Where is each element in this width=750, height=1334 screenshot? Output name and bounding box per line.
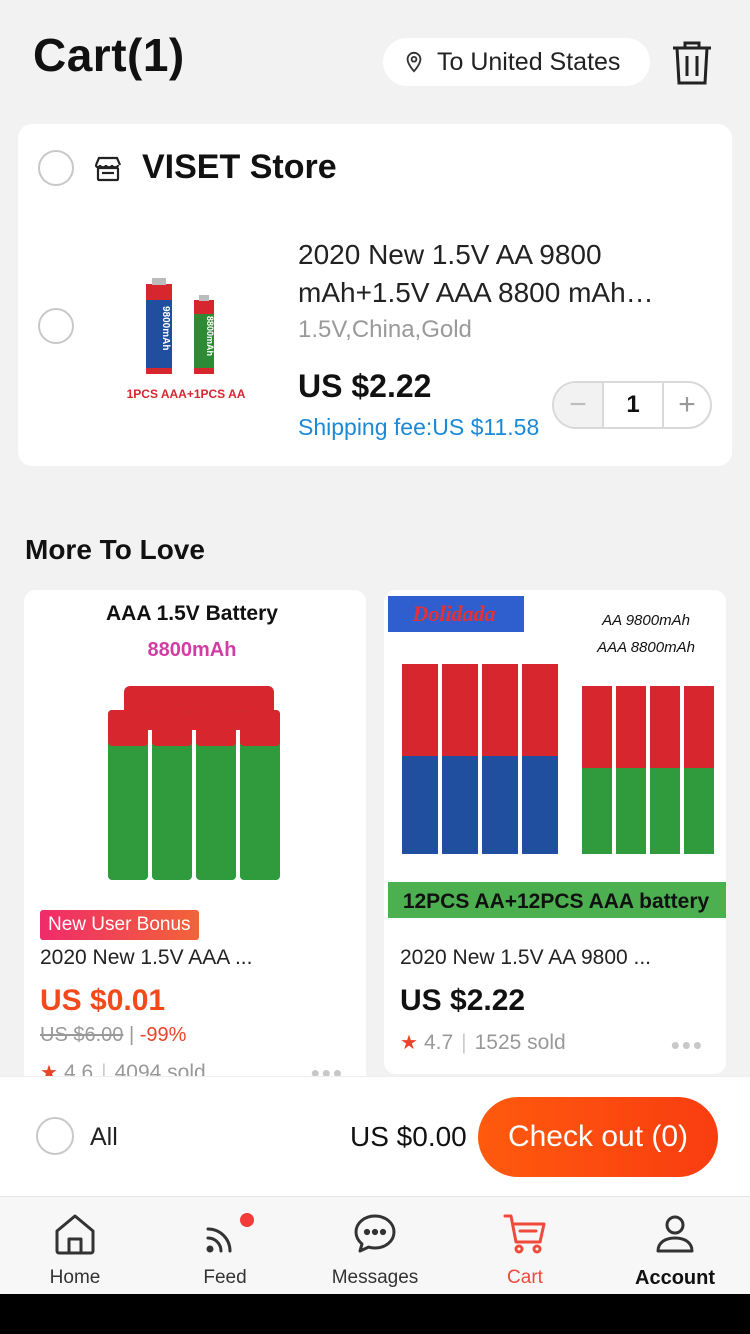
tab-messages[interactable]: Messages	[300, 1197, 450, 1295]
aaa-battery-label: 8800mAh	[205, 316, 215, 356]
notification-dot	[240, 1213, 254, 1227]
original-price: US $6.00	[40, 1024, 124, 1046]
shipping-fee: Shipping fee:US $11.58	[298, 414, 540, 440]
rec-price: US $2.22	[400, 984, 526, 1017]
tab-cart[interactable]: Cart	[450, 1197, 600, 1295]
quantity-value[interactable]: 1	[602, 383, 664, 427]
product-title[interactable]: 2020 New 1.5V AA 9800 mAh+1.5V AAA 8800 …	[298, 236, 718, 312]
new-user-bonus-badge: New User Bonus	[40, 910, 199, 940]
select-all-label[interactable]: All	[90, 1123, 118, 1152]
rec-image-line1: AA 9800mAh	[601, 612, 690, 629]
rec-original-price: US $6.00 | -99%	[40, 1024, 187, 1046]
more-options-icon[interactable]: •••	[671, 1030, 704, 1061]
ship-to-label: To United States	[437, 47, 621, 76]
header: Cart(1) To United States	[0, 0, 750, 118]
tab-label: Messages	[331, 1267, 419, 1288]
rec-rating: ★ 4.7 | 1525 sold	[400, 1030, 566, 1055]
select-all-radio[interactable]	[36, 1117, 74, 1155]
rec-price: US $0.01	[40, 984, 166, 1017]
rec-title: 2020 New 1.5V AA 9800 ...	[400, 946, 652, 969]
home-icon	[55, 1214, 95, 1255]
cart-page: Cart(1) To United States VISET Store 980…	[0, 0, 750, 1334]
recommendation-image: AAA 1.5V Battery 8800mAh	[24, 590, 366, 920]
discount: -99%	[139, 1024, 187, 1046]
tab-label: Account	[635, 1267, 715, 1289]
product-sku[interactable]: 1.5V,China,Gold	[298, 316, 472, 344]
checkout-button[interactable]: Check out (0)	[478, 1097, 718, 1177]
rec-image-caption: 12PCS AA+12PCS AAA battery	[403, 890, 710, 913]
rec-image-heading: AAA 1.5V Battery	[106, 602, 278, 625]
cart-total: US $0.00	[350, 1121, 467, 1152]
decrease-quantity-button[interactable]: −	[554, 383, 602, 427]
trash-icon[interactable]	[670, 40, 714, 86]
store-card: VISET Store 9800mAh 8800mAh 1PCS AAA+1PC…	[18, 124, 732, 466]
item-select-radio[interactable]	[38, 308, 74, 344]
recommendation-image: Dolidada AA 9800mAh AAA 8800mAh 12PCS AA…	[384, 590, 726, 920]
product-image-caption: 1PCS AAA+1PCS AA	[127, 387, 246, 401]
store-icon	[94, 156, 122, 182]
tab-label: Feed	[203, 1267, 247, 1288]
aa-battery-label: 9800mAh	[160, 306, 171, 350]
recommendation-card[interactable]: Dolidada AA 9800mAh AAA 8800mAh 12PCS AA…	[384, 590, 726, 1074]
sold-count: 1525 sold	[474, 1030, 566, 1054]
tab-account[interactable]: Account	[600, 1197, 750, 1295]
ship-to-selector[interactable]: To United States	[383, 38, 650, 86]
rating-value: 4.7	[423, 1030, 454, 1054]
bottom-tab-bar: Home Feed Messages Cart Account	[0, 1196, 750, 1294]
recommendation-card[interactable]: AAA 1.5V Battery 8800mAh New User Bonus …	[24, 590, 366, 1110]
rec-image-brand: Dolidada	[411, 601, 495, 626]
location-pin-icon	[406, 51, 422, 73]
tab-feed[interactable]: Feed	[150, 1197, 300, 1295]
account-icon	[656, 1215, 694, 1253]
star-icon: ★	[400, 1032, 418, 1054]
tab-label: Cart	[507, 1267, 543, 1288]
tab-home[interactable]: Home	[0, 1197, 150, 1295]
product-image[interactable]: 9800mAh 8800mAh 1PCS AAA+1PCS AA	[100, 264, 272, 424]
increase-quantity-button[interactable]: +	[664, 383, 710, 427]
store-select-radio[interactable]	[38, 150, 74, 186]
more-to-love-heading: More To Love	[25, 534, 205, 565]
tab-label: Home	[49, 1267, 101, 1288]
product-price: US $2.22	[298, 368, 432, 404]
rec-image-line2: AAA 8800mAh	[596, 639, 695, 656]
page-title: Cart(1)	[33, 29, 185, 81]
messages-icon	[354, 1214, 396, 1253]
quantity-stepper: − 1 +	[552, 381, 712, 429]
cart-icon	[503, 1214, 546, 1254]
rec-image-sub: 8800mAh	[148, 639, 237, 661]
checkout-bar: All US $0.00 Check out (0)	[0, 1076, 750, 1196]
rec-title: 2020 New 1.5V AAA ...	[40, 946, 253, 969]
system-nav-bar	[0, 1294, 750, 1334]
store-name[interactable]: VISET Store	[142, 148, 337, 187]
